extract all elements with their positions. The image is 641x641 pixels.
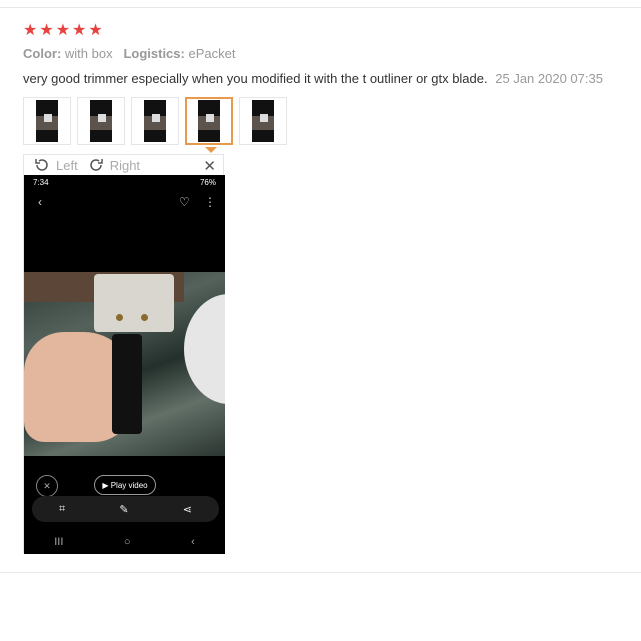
phone-battery: 76% <box>199 177 216 187</box>
phone-nav-bar: III ○ ‹ <box>24 532 225 552</box>
recent-apps-icon: III <box>54 536 64 548</box>
color-value: with box <box>64 46 113 61</box>
rotate-right-button[interactable]: Right <box>88 157 140 173</box>
rotate-left-label: Left <box>56 157 78 173</box>
pencil-icon: ✎ <box>119 503 129 516</box>
back-arrow-icon: ‹ <box>38 195 42 209</box>
home-icon: ○ <box>123 536 131 548</box>
bottom-divider <box>0 572 641 573</box>
star-icon: ★ <box>55 22 71 39</box>
logistics-value: ePacket <box>188 46 236 61</box>
share-icon: ⋖ <box>182 503 192 516</box>
review-text: very good trimmer especially when you mo… <box>23 71 488 86</box>
thumbnail-image <box>90 100 112 142</box>
review-thumbnail[interactable] <box>239 97 287 145</box>
rotate-right-icon <box>89 159 103 171</box>
logistics-label: Logistics: <box>123 46 185 61</box>
thumbnail-strip <box>23 97 287 145</box>
photo-content <box>24 272 225 456</box>
review-thumbnail[interactable] <box>23 97 71 145</box>
phone-edit-toolbar: ⌗ ✎ ⋖ <box>32 496 219 522</box>
heart-icon: ♡ <box>179 195 190 209</box>
star-icon: ★ <box>23 22 38 39</box>
rating-stars: ★ ★ ★ ★ ★ <box>23 23 103 39</box>
thumbnail-image <box>198 100 220 142</box>
active-thumbnail-pointer <box>205 147 217 153</box>
thumbnail-image <box>144 100 166 142</box>
rotate-left-button[interactable]: Left <box>34 157 78 173</box>
phone-status-bar: 7:34 76% <box>24 175 225 189</box>
top-divider <box>0 7 641 8</box>
thumbnail-image <box>252 100 274 142</box>
more-icon: ⋮ <box>204 195 216 209</box>
rotate-left-icon <box>35 159 48 171</box>
close-icon[interactable]: ✕ <box>203 157 216 175</box>
star-icon: ★ <box>88 22 103 39</box>
review-thumbnail[interactable] <box>131 97 179 145</box>
phone-app-header: ‹ ♡ ⋮ <box>24 193 225 215</box>
review-thumbnail-active[interactable] <box>185 97 233 145</box>
review-thumbnail[interactable] <box>77 97 125 145</box>
order-meta: Color: with box Logistics: ePacket <box>23 46 235 61</box>
image-viewer: Left Right ✕ 7:34 76% ‹ ♡ ⋮ ✕ ▶ Play vid… <box>23 154 225 554</box>
phone-time: 7:34 <box>33 177 49 187</box>
review-date: 25 Jan 2020 07:35 <box>495 71 603 86</box>
star-icon: ★ <box>72 22 87 39</box>
color-label: Color: <box>23 46 62 61</box>
review-photo: 7:34 76% ‹ ♡ ⋮ ✕ ▶ Play video ⌗ ✎ ⋖ III … <box>24 175 225 554</box>
rotate-right-label: Right <box>109 157 141 173</box>
thumbnail-image <box>36 100 58 142</box>
viewer-toolbar: Left Right ✕ <box>24 155 225 175</box>
star-icon: ★ <box>39 22 54 39</box>
crop-icon: ⌗ <box>59 502 66 515</box>
mute-icon: ✕ <box>36 475 58 497</box>
review-body: very good trimmer especially when you mo… <box>23 71 603 86</box>
play-video-button: ▶ Play video <box>94 475 156 495</box>
back-icon: ‹ <box>191 536 195 548</box>
